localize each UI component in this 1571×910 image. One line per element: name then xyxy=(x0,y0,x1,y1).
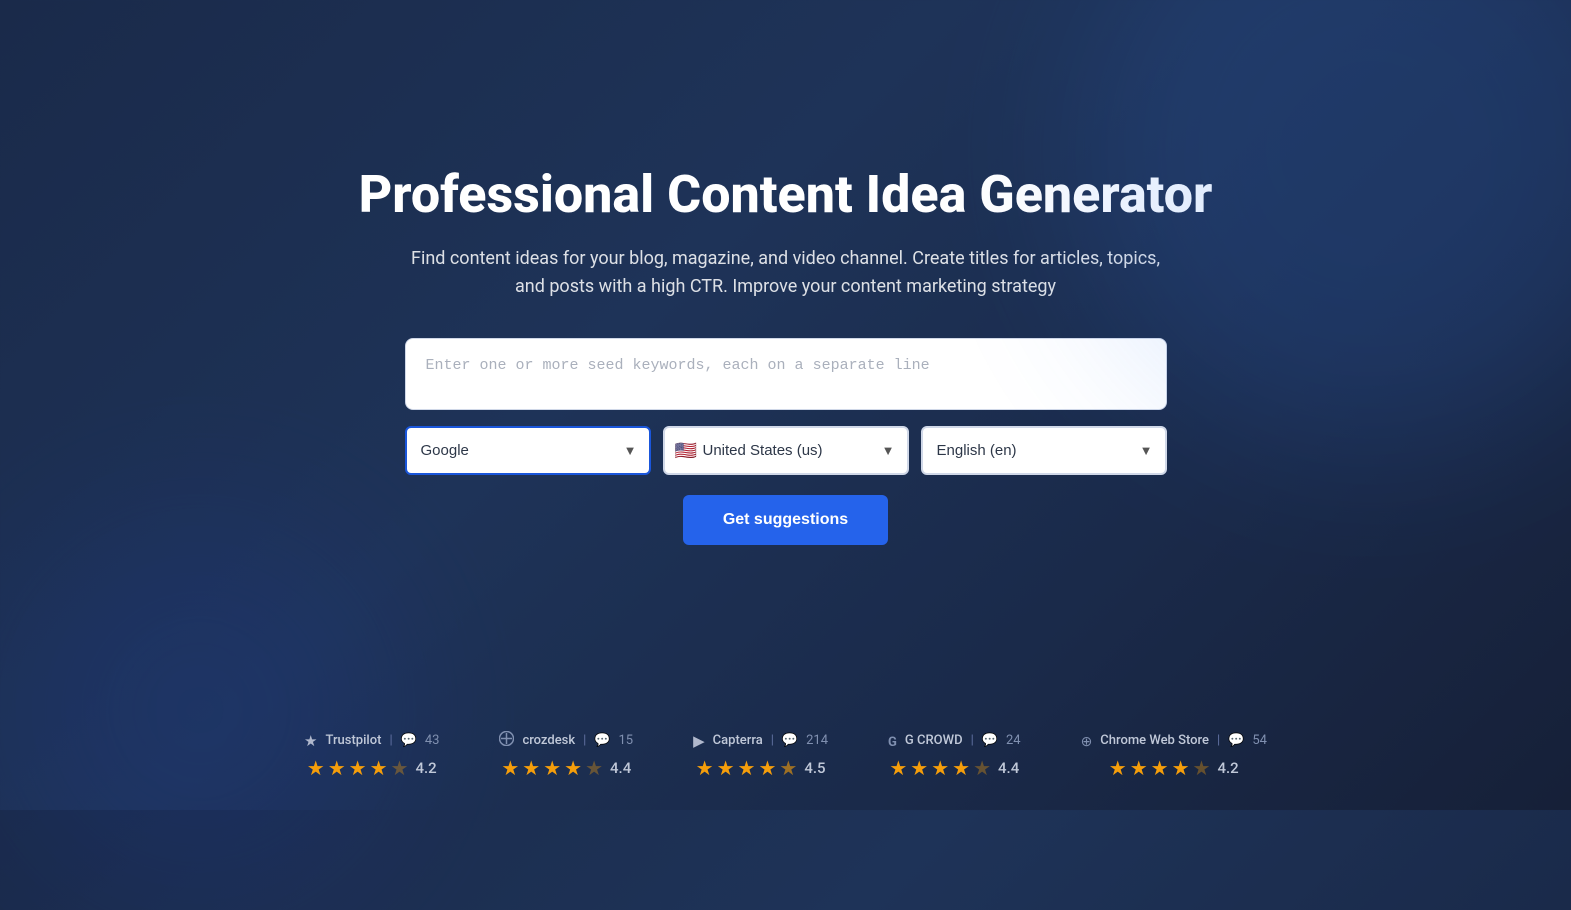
stars-row: ★★★★★4.2 xyxy=(1109,756,1239,780)
full-star-icon: ★ xyxy=(931,756,949,780)
full-star-icon: ★ xyxy=(1151,756,1169,780)
full-star-icon: ★ xyxy=(501,756,519,780)
chat-icon: 💬 xyxy=(594,733,610,748)
platform-icon: G xyxy=(888,732,897,750)
review-count: 214 xyxy=(806,733,828,748)
full-star-icon: ★ xyxy=(952,756,970,780)
rating-divider: | xyxy=(1217,733,1220,748)
rating-item: GG CROWD|💬24★★★★★4.4 xyxy=(888,732,1021,780)
full-star-icon: ★ xyxy=(1172,756,1190,780)
full-star-icon: ★ xyxy=(889,756,907,780)
rating-top-row: crozdesk | 💬 15 xyxy=(499,731,633,750)
rating-divider: | xyxy=(771,733,774,748)
rating-top-row: ★ Trustpilot | 💬 43 xyxy=(304,732,439,750)
stars-row: ★★★★★4.4 xyxy=(501,756,631,780)
rating-item: ▶Capterra|💬214★★★★★4.5 xyxy=(693,732,828,780)
platform-icon: ▶ xyxy=(693,732,705,750)
platform-name: Chrome Web Store xyxy=(1100,733,1209,748)
full-star-icon: ★ xyxy=(910,756,928,780)
rating-top-row: ▶ Capterra | 💬 214 xyxy=(693,732,828,750)
platform-name: Capterra xyxy=(713,733,763,748)
full-star-icon: ★ xyxy=(522,756,540,780)
rating-divider: | xyxy=(389,733,392,748)
dropdowns-row: Google Bing YouTube Amazon ▼ 🇺🇸 United S… xyxy=(405,426,1167,475)
full-star-icon: ★ xyxy=(758,756,776,780)
full-star-icon: ★ xyxy=(370,756,388,780)
empty-star-icon: ★ xyxy=(585,756,603,780)
rating-item: ★Trustpilot|💬43★★★★★4.2 xyxy=(304,732,439,780)
language-select[interactable]: English (en) Spanish (es) French (fr) Ge… xyxy=(921,426,1167,475)
empty-star-icon: ★ xyxy=(973,756,991,780)
empty-star-icon: ★ xyxy=(1193,756,1211,780)
full-star-icon: ★ xyxy=(564,756,582,780)
country-select[interactable]: United States (us) United Kingdom (uk) C… xyxy=(663,426,909,475)
platform-name: Trustpilot xyxy=(325,733,381,748)
language-dropdown-wrap: English (en) Spanish (es) French (fr) Ge… xyxy=(921,426,1167,475)
chat-icon: 💬 xyxy=(401,733,417,748)
full-star-icon: ★ xyxy=(1130,756,1148,780)
platform-name: G CROWD xyxy=(905,733,963,748)
rating-value: 4.2 xyxy=(1217,759,1238,777)
stars-row: ★★★★★4.4 xyxy=(889,756,1019,780)
hero-section: Professional Content Idea Generator Find… xyxy=(0,165,1571,605)
rating-value: 4.4 xyxy=(610,759,631,777)
country-dropdown-wrap: 🇺🇸 United States (us) United Kingdom (uk… xyxy=(663,426,909,475)
platform-icon: ⊕ xyxy=(1081,732,1093,750)
page-subtitle: Find content ideas for your blog, magazi… xyxy=(406,245,1166,303)
engine-select[interactable]: Google Bing YouTube Amazon xyxy=(405,426,651,475)
platform-icon: ★ xyxy=(304,732,317,750)
rating-divider: | xyxy=(971,733,974,748)
rating-value: 4.2 xyxy=(415,759,436,777)
rating-top-row: ⊕ Chrome Web Store | 💬 54 xyxy=(1081,732,1267,750)
full-star-icon: ★ xyxy=(543,756,561,780)
full-star-icon: ★ xyxy=(696,756,714,780)
review-count: 54 xyxy=(1252,733,1267,748)
full-star-icon: ★ xyxy=(349,756,367,780)
keyword-input[interactable] xyxy=(405,338,1167,410)
empty-star-icon: ★ xyxy=(391,756,409,780)
half-star-icon: ★ xyxy=(779,756,797,780)
review-count: 43 xyxy=(425,733,440,748)
full-star-icon: ★ xyxy=(717,756,735,780)
platform-icon xyxy=(499,731,514,750)
rating-divider: | xyxy=(583,733,586,748)
stars-row: ★★★★★4.2 xyxy=(307,756,437,780)
rating-value: 4.5 xyxy=(804,759,825,777)
chat-icon: 💬 xyxy=(782,733,798,748)
rating-item: ⊕Chrome Web Store|💬54★★★★★4.2 xyxy=(1081,732,1267,780)
review-count: 24 xyxy=(1006,733,1021,748)
page-title: Professional Content Idea Generator xyxy=(359,165,1213,225)
full-star-icon: ★ xyxy=(1109,756,1127,780)
stars-row: ★★★★★4.5 xyxy=(696,756,826,780)
chat-icon: 💬 xyxy=(1228,733,1244,748)
review-count: 15 xyxy=(619,733,634,748)
rating-top-row: G G CROWD | 💬 24 xyxy=(888,732,1021,750)
rating-value: 4.4 xyxy=(998,759,1019,777)
rating-item: crozdesk|💬15★★★★★4.4 xyxy=(499,731,633,780)
get-suggestions-button[interactable]: Get suggestions xyxy=(683,495,888,545)
full-star-icon: ★ xyxy=(738,756,756,780)
ratings-bar: ★Trustpilot|💬43★★★★★4.2crozdesk|💬15★★★★★… xyxy=(0,731,1571,780)
full-star-icon: ★ xyxy=(328,756,346,780)
full-star-icon: ★ xyxy=(307,756,325,780)
chat-icon: 💬 xyxy=(982,733,998,748)
platform-name: crozdesk xyxy=(522,733,575,748)
engine-dropdown-wrap: Google Bing YouTube Amazon ▼ xyxy=(405,426,651,475)
